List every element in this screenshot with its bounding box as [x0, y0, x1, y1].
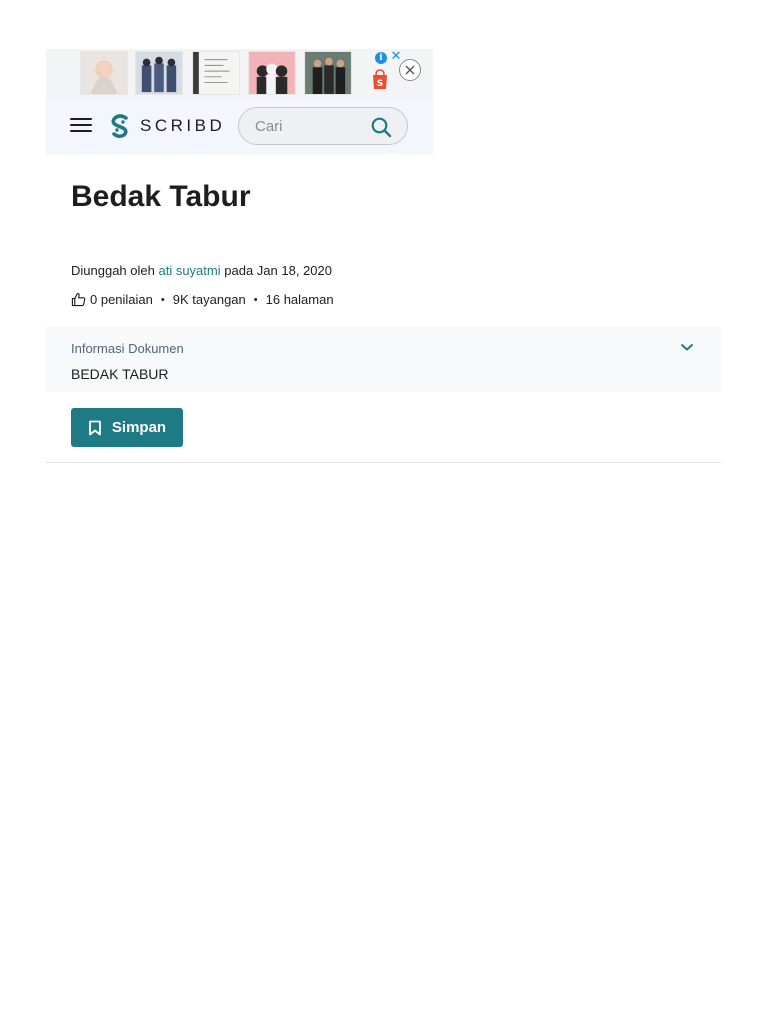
- scribd-logo[interactable]: SCRIBD: [109, 113, 225, 139]
- ad-photo-5[interactable]: [304, 51, 352, 95]
- scribd-logo-icon: [111, 114, 128, 139]
- section-divider: [46, 462, 721, 463]
- save-button-label: Simpan: [111, 419, 167, 436]
- thumbs-up-icon[interactable]: [71, 292, 86, 307]
- svg-text:S: S: [377, 79, 383, 89]
- shopee-bag-icon[interactable]: S: [369, 67, 391, 93]
- ad-banner[interactable]: i ✕ S: [46, 49, 433, 97]
- document-info-label: Informasi Dokumen: [71, 341, 184, 356]
- ad-photo-1[interactable]: [80, 51, 128, 95]
- save-button[interactable]: Simpan: [71, 408, 183, 447]
- ad-photo-2[interactable]: [135, 51, 183, 95]
- ad-info-icon[interactable]: i: [375, 52, 387, 64]
- hamburger-menu-icon[interactable]: [70, 118, 92, 134]
- chevron-down-icon[interactable]: [680, 342, 694, 352]
- pages-count: 16 halaman: [265, 292, 334, 307]
- upload-info: Diunggah oleh ati suyatmi pada Jan 18, 2…: [71, 263, 332, 278]
- ad-photo-3[interactable]: [192, 51, 240, 95]
- author-link[interactable]: ati suyatmi: [158, 263, 220, 278]
- page: i ✕ S SCRIBD Bedak Ta: [0, 0, 768, 1024]
- uploaded-mid: pada: [224, 263, 254, 278]
- site-header: SCRIBD: [46, 97, 433, 155]
- uploaded-prefix: Diunggah oleh: [71, 263, 155, 278]
- views-count: 9K tayangan: [172, 292, 246, 307]
- close-ad-icon[interactable]: [399, 59, 421, 81]
- search-box[interactable]: [238, 107, 408, 145]
- bookmark-icon: [89, 420, 101, 435]
- search-icon[interactable]: [370, 116, 392, 138]
- upload-date: Jan 18, 2020: [256, 263, 332, 278]
- document-title: Bedak Tabur: [71, 180, 251, 213]
- logo-text: SCRIBD: [140, 116, 226, 135]
- ad-photo-4[interactable]: [248, 51, 296, 95]
- separator-dot: •: [160, 293, 165, 306]
- document-info-value: BEDAK TABUR: [71, 366, 169, 382]
- search-input[interactable]: [255, 116, 365, 136]
- document-info-panel[interactable]: Informasi Dokumen BEDAK TABUR: [46, 327, 721, 392]
- document-stats: 0 penilaian • 9K tayangan • 16 halaman: [71, 292, 334, 307]
- ratings-count: 0 penilaian: [90, 292, 153, 307]
- separator-dot: •: [253, 293, 258, 306]
